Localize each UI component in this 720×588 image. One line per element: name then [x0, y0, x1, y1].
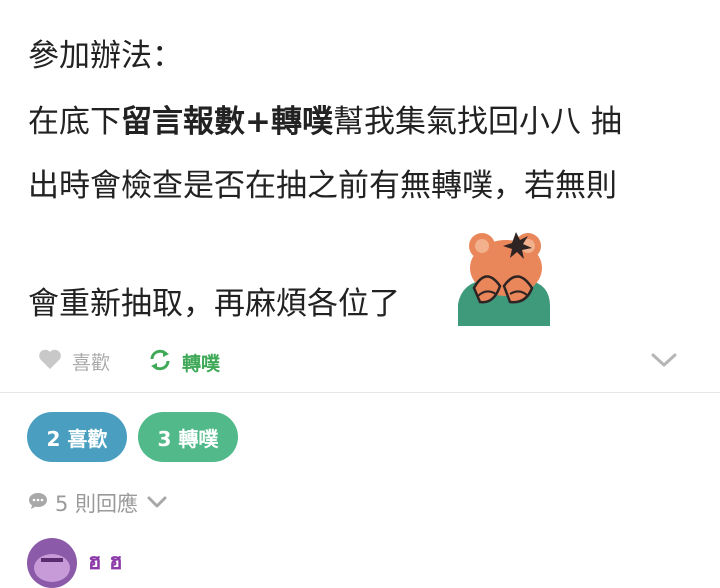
- post-actions: 喜歡 轉噗: [38, 344, 688, 380]
- comment-icon: [27, 491, 55, 516]
- post-line-1: 參加辦法：: [28, 38, 183, 74]
- like-label: 喜歡: [72, 352, 111, 374]
- reply-author-name[interactable]: ฮ ฮ: [88, 544, 123, 579]
- post-line-4: 會重新抽取，再麻煩各位了: [28, 286, 400, 322]
- replurks-count-button[interactable]: 3 轉噗: [138, 412, 238, 462]
- post-line-2-bold: 留言報數+轉噗: [121, 104, 333, 140]
- heart-icon: [38, 348, 72, 375]
- avatar[interactable]: [27, 538, 77, 588]
- likes-count-button[interactable]: 2 喜歡: [27, 412, 127, 462]
- sticker-image: [456, 226, 552, 326]
- chevron-down-icon: [146, 491, 174, 515]
- post-line-3: 出時會檢查是否在抽之前有無轉噗，若無則: [28, 168, 617, 204]
- responses-label: 5 則回應: [55, 492, 139, 516]
- replurk-action[interactable]: 轉噗: [148, 348, 220, 377]
- divider: [0, 392, 720, 393]
- responses-toggle[interactable]: 5 則回應: [27, 488, 174, 518]
- replurk-icon: [148, 348, 182, 377]
- post-line-2-suffix: 幫我集氣找回小八 抽: [332, 104, 622, 140]
- chevron-down-icon[interactable]: [650, 350, 678, 374]
- post-line-2-prefix: 在底下: [28, 104, 121, 140]
- like-action[interactable]: 喜歡: [38, 348, 110, 375]
- post-line-2: 在底下留言報數+轉噗幫我集氣找回小八 抽: [28, 102, 622, 142]
- replurk-label: 轉噗: [182, 353, 221, 375]
